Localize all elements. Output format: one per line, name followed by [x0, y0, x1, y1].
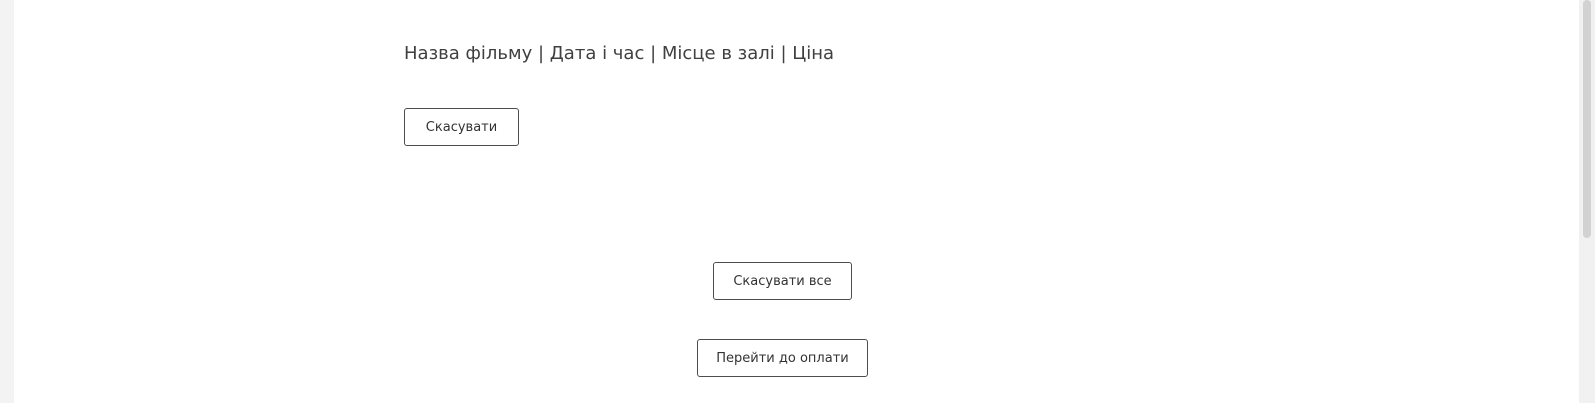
vertical-scrollbar[interactable] — [1579, 0, 1595, 403]
checkout-button[interactable]: Перейти до оплати — [697, 339, 868, 377]
left-gutter — [0, 0, 14, 403]
ticket-info-line: Назва фільму | Дата і час | Місце в залі… — [404, 43, 835, 64]
cancel-all-button[interactable]: Скасувати все — [713, 262, 852, 300]
scrollbar-thumb[interactable] — [1583, 0, 1591, 238]
cancel-ticket-button[interactable]: Скасувати — [404, 108, 519, 146]
